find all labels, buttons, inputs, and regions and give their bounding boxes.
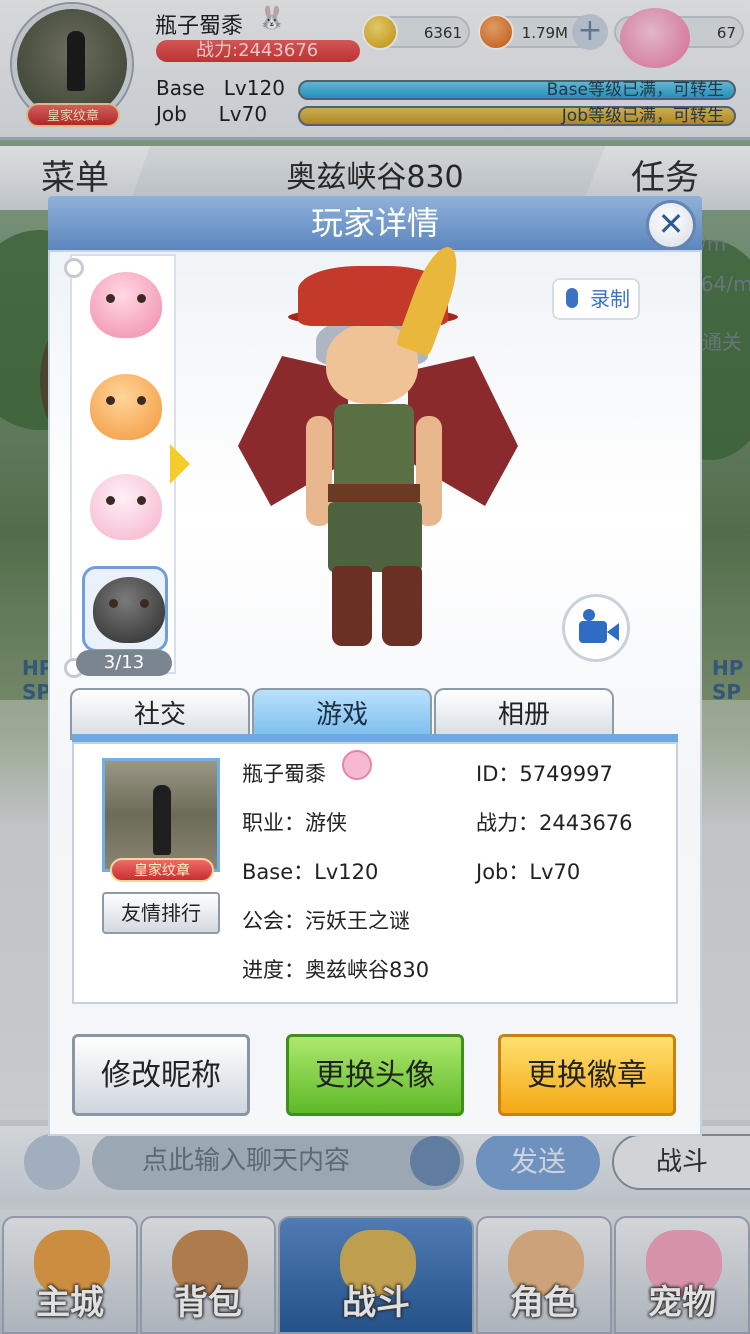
info-base-level: Base：Lv120 (242, 860, 379, 884)
video-camera-icon (583, 609, 595, 621)
close-button[interactable]: ✕ (646, 200, 696, 250)
info-job-level: Job：Lv70 (476, 860, 581, 884)
pet-slot-2[interactable] (82, 366, 168, 452)
sidebar-pin-top (64, 258, 84, 278)
rabbit-pet-icon (342, 750, 372, 780)
pet-sidebar (70, 254, 176, 674)
lunatic-rabbit-icon (90, 474, 162, 540)
chevron-right-icon[interactable] (170, 444, 190, 484)
detail-tabs: 社交 游戏 相册 (70, 688, 680, 740)
angel-poring-icon (90, 272, 162, 338)
info-royal-badge: 皇家纹章 (110, 858, 214, 882)
pet-slot-3[interactable] (82, 466, 168, 552)
pet-slot-4-selected[interactable] (82, 566, 168, 652)
change-badge-button[interactable]: 更换徽章 (498, 1034, 676, 1116)
tab-album[interactable]: 相册 (434, 688, 614, 740)
pet-slot-1[interactable] (82, 264, 168, 350)
tab-game[interactable]: 游戏 (252, 688, 432, 740)
modal-title: 玩家详情 (310, 204, 439, 242)
info-name: 瓶子蜀黍 (242, 762, 326, 786)
info-id: ID：5749997 (476, 762, 613, 786)
character-model (238, 241, 518, 656)
change-avatar-button[interactable]: 更换头像 (286, 1034, 464, 1116)
tab-underline (72, 734, 678, 742)
player-photo (102, 758, 220, 872)
pet-count: 3/13 (76, 650, 172, 676)
record-button[interactable]: 录制 (552, 278, 640, 320)
friend-rank-button[interactable]: 友情排行 (102, 892, 220, 934)
drops-pet-icon (90, 374, 162, 440)
microphone-icon (566, 288, 578, 308)
info-job: 职业：游侠 (242, 811, 347, 835)
player-info-panel: 皇家纹章 友情排行 瓶子蜀黍 ID：5749997 职业：游侠 战力：24436… (72, 742, 678, 1004)
video-camera-button[interactable] (562, 594, 630, 662)
info-power: 战力：2443676 (476, 811, 633, 835)
info-guild: 公会：污妖王之谜 (242, 909, 410, 933)
deviruchi-icon (93, 577, 165, 643)
edit-nickname-button[interactable]: 修改昵称 (72, 1034, 250, 1116)
tab-social[interactable]: 社交 (70, 688, 250, 740)
player-detail-modal: 玩家详情 ✕ 3/13 录制 社交 游戏 相册 皇家纹章 友情排行 瓶子蜀黍 I… (48, 196, 702, 1136)
info-progress: 进度：奥兹峡谷830 (242, 958, 430, 982)
